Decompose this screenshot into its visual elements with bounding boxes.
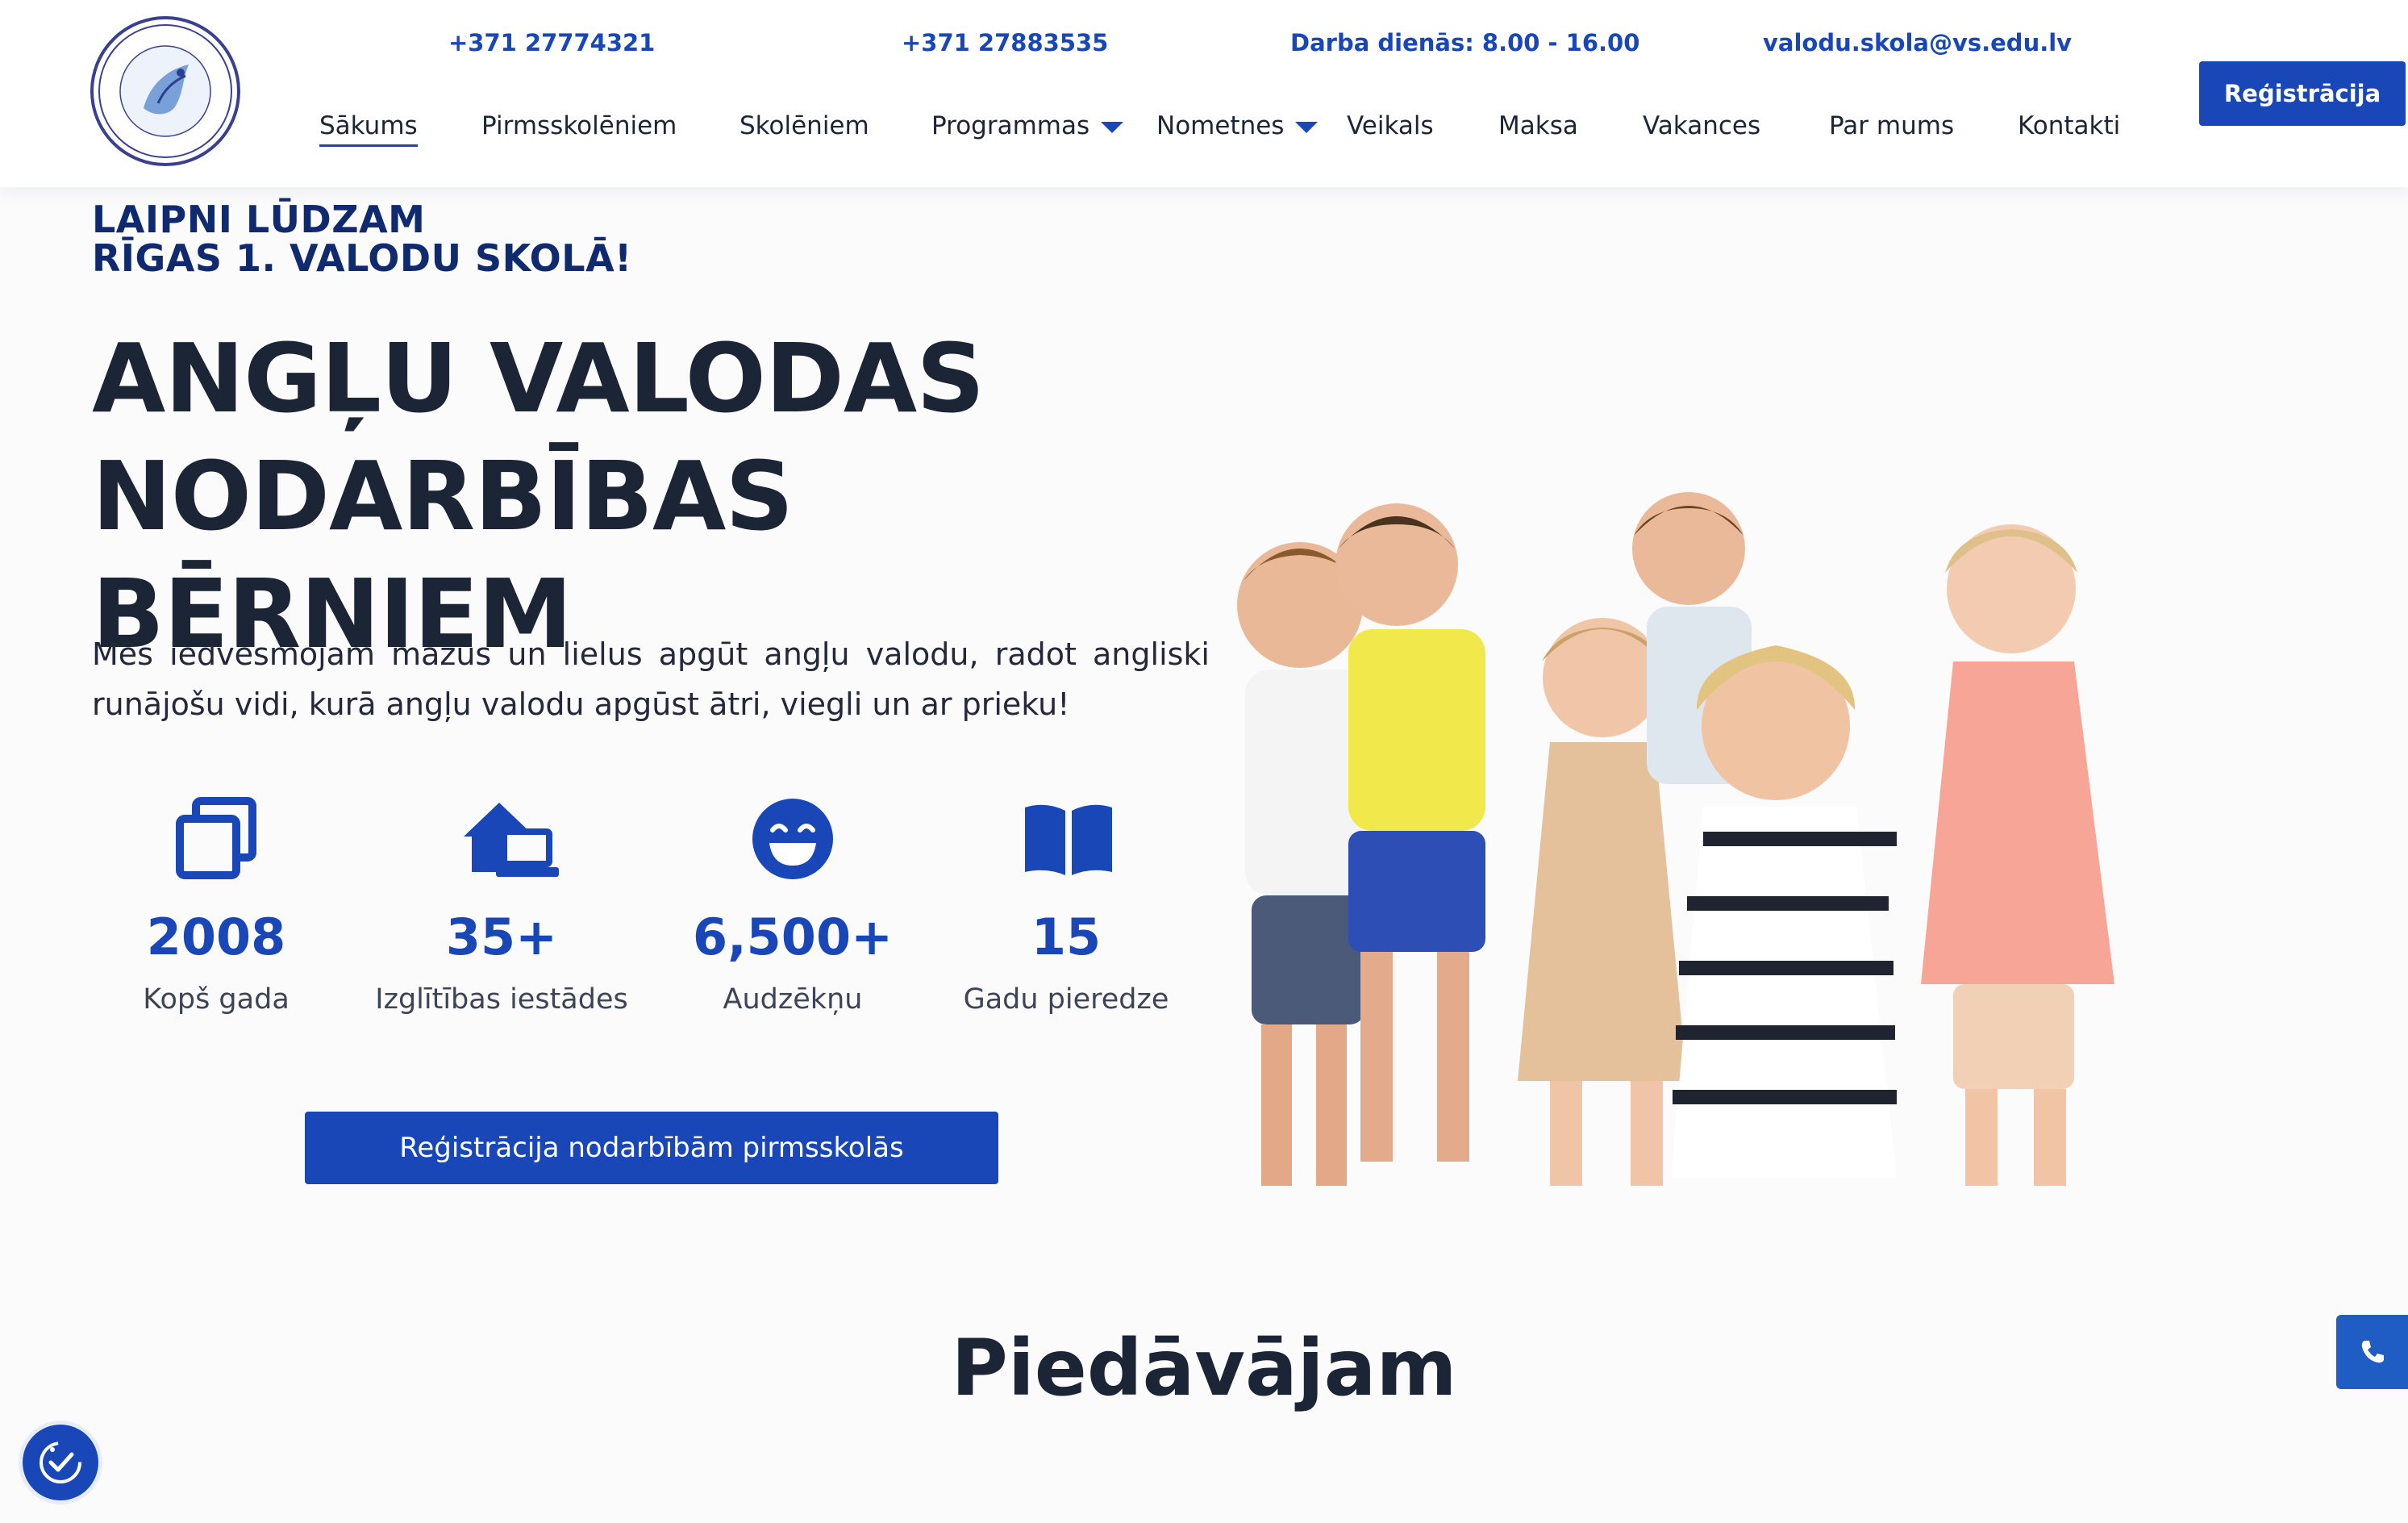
home-laptop-icon xyxy=(457,795,559,883)
stat-experience: 15 Gadu pieredze xyxy=(937,795,1195,1016)
nav-item-pirmsskoleniem[interactable]: Pirmsskolēniem xyxy=(481,102,677,150)
hero-title: ANGĻU VALODAS NODARBĪBAS BĒRNIEM xyxy=(92,319,1253,673)
welcome-line-1: LAIPNI LŪDZAM xyxy=(92,198,426,241)
nav-item-par-mums[interactable]: Par mums xyxy=(1829,102,1954,150)
phone-1[interactable]: +371 27774321 xyxy=(448,29,655,56)
nav-item-vakances[interactable]: Vakances xyxy=(1643,102,1760,150)
register-button[interactable]: Reģistrācija xyxy=(2199,61,2406,126)
copy-icon xyxy=(172,795,260,883)
nav-label: Nometnes xyxy=(1156,111,1285,140)
stat-value: 15 xyxy=(1031,908,1102,966)
stat-since-year: 2008 Kopš gada xyxy=(87,795,345,1016)
nav-label: Skolēniem xyxy=(739,111,869,140)
chevron-down-icon xyxy=(1101,122,1124,133)
school-logo[interactable] xyxy=(90,16,240,166)
phone-call-button[interactable] xyxy=(2336,1315,2408,1389)
hero-title-line-1: ANGĻU VALODAS xyxy=(92,323,985,434)
stat-label: Kopš gada xyxy=(143,983,290,1016)
working-hours: Darba dienās: 8.00 - 16.00 xyxy=(1290,29,1640,56)
nav-item-veikals[interactable]: Veikals xyxy=(1347,102,1434,150)
nav-label: Kontakti xyxy=(2018,111,2121,140)
nav-label: Pirmsskolēniem xyxy=(481,111,677,140)
nav-item-kontakti[interactable]: Kontakti xyxy=(2018,102,2120,150)
welcome-heading: LAIPNI LŪDZAM RĪGAS 1. VALODU SKOLĀ! xyxy=(92,200,632,277)
stat-value: 35+ xyxy=(445,908,558,966)
grin-icon xyxy=(748,795,837,883)
chevron-down-icon xyxy=(1295,122,1319,133)
nav-item-maksa[interactable]: Maksa xyxy=(1498,102,1578,150)
nav-item-sakums[interactable]: Sākums xyxy=(319,102,418,150)
site-header: +371 27774321 +371 27883535 Darba dienās… xyxy=(0,0,2408,187)
nav-item-skoleniem[interactable]: Skolēniem xyxy=(739,102,869,150)
offer-section-title: Piedāvājam xyxy=(951,1323,1457,1413)
nav-item-nometnes[interactable]: Nometnes xyxy=(1156,102,1319,150)
nav-label: Programmas xyxy=(931,111,1090,140)
preschool-registration-button[interactable]: Reģistrācija nodarbībām pirmsskolās xyxy=(305,1112,998,1184)
nav-label: Sākums xyxy=(319,111,418,140)
stat-label: Gadu pieredze xyxy=(963,983,1169,1016)
hero-intro: Mēs iedvesmojam mazus un lielus apgūt an… xyxy=(92,636,1210,722)
nav-label: Maksa xyxy=(1498,111,1578,140)
accessibility-icon xyxy=(40,1442,81,1483)
accessibility-button[interactable] xyxy=(23,1425,98,1500)
phone-2[interactable]: +371 27883535 xyxy=(902,29,1108,56)
welcome-line-2: RĪGAS 1. VALODU SKOLĀ! xyxy=(92,236,632,280)
stat-label: Audzēkņu xyxy=(723,983,863,1016)
stat-value: 2008 xyxy=(146,908,286,966)
stat-students: 6,500+ Audzēkņu xyxy=(664,795,922,1016)
book-open-icon xyxy=(1022,795,1112,883)
nav-label: Par mums xyxy=(1829,111,1955,140)
stat-institutions: 35+ Izglītības iestādes xyxy=(373,795,631,1016)
nav-label: Vakances xyxy=(1643,111,1761,140)
phone-icon xyxy=(2361,1341,2384,1363)
logo-emblem xyxy=(98,24,232,158)
nav-item-programmas[interactable]: Programmas xyxy=(931,102,1124,150)
stat-label: Izglītības iestādes xyxy=(375,983,628,1016)
hero-photo-children xyxy=(1195,468,2171,1200)
email-link[interactable]: valodu.skola@vs.edu.lv xyxy=(1763,29,2072,56)
stat-value: 6,500+ xyxy=(692,908,894,966)
nav-label: Veikals xyxy=(1347,111,1434,140)
